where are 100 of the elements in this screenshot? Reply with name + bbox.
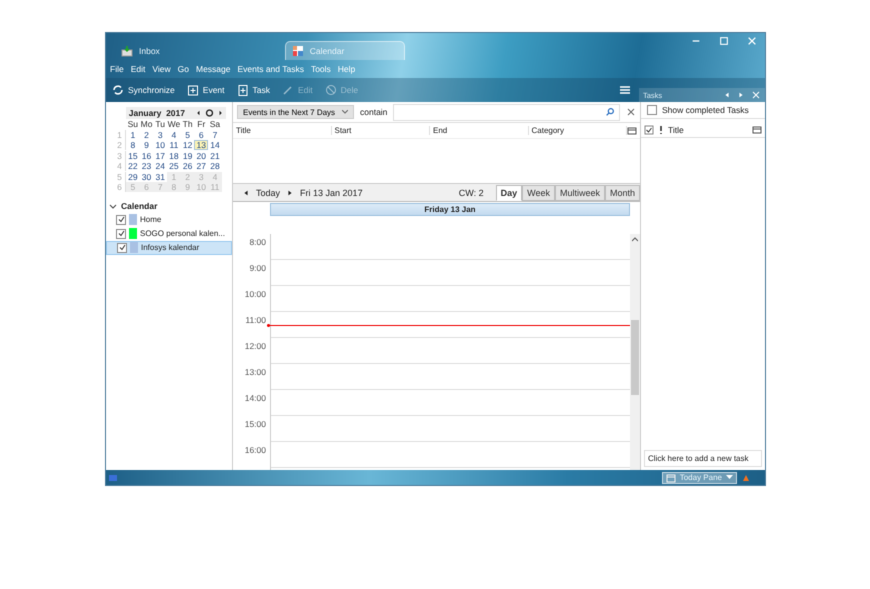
- calendar-list-item[interactable]: Infosys kalendar: [106, 240, 232, 254]
- month-label: January: [128, 108, 162, 118]
- completed-column-icon: [644, 124, 654, 134]
- inbox-icon: [121, 45, 133, 57]
- calendar-list-item[interactable]: SOGO personal kalen...: [106, 226, 232, 240]
- checkbox[interactable]: [117, 242, 127, 252]
- menu-item[interactable]: Events and Tasks: [237, 64, 304, 74]
- calendar-day[interactable]: 3: [153, 130, 168, 140]
- calendar-day[interactable]: 7: [208, 130, 222, 140]
- priority-icon: [659, 124, 663, 134]
- view-tab[interactable]: Day: [496, 185, 522, 201]
- hour-label: 10:00: [244, 289, 266, 299]
- view-tab[interactable]: Multiweek: [554, 185, 605, 201]
- calendar-day[interactable]: 14: [208, 140, 222, 150]
- hour-label: 13:00: [244, 367, 266, 377]
- caret-icon: [726, 475, 733, 480]
- menu-item[interactable]: Go: [178, 64, 189, 74]
- calendar-day[interactable]: 12: [180, 140, 194, 150]
- view-tab[interactable]: Month: [604, 185, 640, 201]
- calendar-day[interactable]: 29: [126, 172, 140, 182]
- new-event-icon: [186, 84, 199, 96]
- calendar-day[interactable]: 1: [126, 130, 140, 140]
- calendar-day[interactable]: 8: [126, 140, 140, 150]
- close-icon: [747, 36, 757, 46]
- pencil-icon: [282, 84, 294, 96]
- scroll-up-icon[interactable]: [632, 237, 638, 243]
- calendar-day[interactable]: 23: [140, 161, 154, 172]
- previous-icon: [723, 90, 731, 100]
- checkbox[interactable]: [647, 105, 657, 115]
- weekday-label: Su: [126, 119, 140, 130]
- calendar-day[interactable]: 26: [180, 161, 194, 172]
- calendar-icon: [666, 472, 676, 482]
- calendar-day[interactable]: 28: [208, 161, 222, 172]
- week-number: 3: [114, 150, 126, 161]
- menu-item[interactable]: File: [110, 64, 124, 74]
- clear-icon: [626, 107, 636, 117]
- calendar-day[interactable]: 21: [208, 150, 222, 161]
- previous-icon: [195, 108, 201, 118]
- column-header[interactable]: Category: [528, 126, 627, 135]
- checkbox[interactable]: [116, 214, 126, 224]
- menu-item[interactable]: View: [152, 64, 171, 74]
- hour-label: 11:00: [245, 315, 266, 325]
- column-header[interactable]: End: [430, 126, 528, 135]
- menu-item[interactable]: Edit: [130, 64, 146, 74]
- calendar-day[interactable]: 17: [153, 150, 168, 161]
- toolbar-button[interactable]: Synchronize: [106, 80, 181, 100]
- tab[interactable]: Inbox: [114, 41, 191, 60]
- day-header: Friday 13 Jan: [270, 203, 630, 216]
- calendar-day[interactable]: 2: [140, 130, 154, 140]
- scrollbar[interactable]: [630, 234, 640, 470]
- calendar-day[interactable]: 11: [167, 140, 181, 150]
- checkbox[interactable]: [116, 228, 126, 238]
- weekday-label: Mo: [140, 119, 154, 130]
- today-link[interactable]: Today: [256, 188, 280, 198]
- next-icon: [737, 90, 745, 100]
- calendar-day[interactable]: 18: [167, 150, 181, 161]
- toolbar-button[interactable]: Task: [230, 80, 276, 100]
- week-number: 4: [114, 161, 126, 172]
- calendar-day[interactable]: 10: [153, 140, 168, 150]
- calendar-day[interactable]: 30: [140, 172, 154, 182]
- calendar-day[interactable]: 13: [194, 140, 208, 150]
- column-picker-icon: [752, 124, 762, 134]
- column-header[interactable]: Title: [233, 126, 332, 135]
- calendar-day[interactable]: 9: [140, 140, 154, 150]
- hour-label: 16:00: [244, 445, 266, 455]
- menu-item[interactable]: Message: [196, 64, 230, 74]
- calendar-day[interactable]: 24: [153, 161, 168, 172]
- weekday-label: We: [167, 119, 181, 130]
- today-icon: [205, 108, 214, 118]
- search-field[interactable]: [393, 104, 620, 120]
- view-tab[interactable]: Week: [522, 185, 555, 201]
- hour-label: 14:00: [244, 393, 266, 403]
- calendar-list-item[interactable]: Home: [106, 212, 232, 226]
- calendar-name: SOGO personal kalen...: [140, 229, 225, 238]
- range-dropdown[interactable]: Events in the Next 7 Days: [237, 105, 354, 119]
- hour-label: 15:00: [244, 419, 266, 429]
- calendar-icon: [292, 45, 304, 57]
- calendar-day[interactable]: 6: [194, 130, 208, 140]
- calendar-day[interactable]: 31: [153, 172, 168, 182]
- calendar-day[interactable]: 25: [167, 161, 181, 172]
- calendar-day[interactable]: 27: [194, 161, 208, 172]
- calendar-day[interactable]: 5: [180, 130, 194, 140]
- calendar-day[interactable]: 20: [194, 150, 208, 161]
- week-number: 2: [114, 140, 126, 150]
- hour-label: 12:00: [244, 341, 266, 351]
- notification-icon: [741, 472, 751, 482]
- week-number: 5: [114, 172, 126, 182]
- calendar-day[interactable]: 15: [126, 150, 140, 161]
- calendar-day[interactable]: 16: [140, 150, 154, 161]
- new-task-field[interactable]: Click here to add a new task: [644, 450, 762, 467]
- sync-icon: [112, 84, 124, 96]
- column-header[interactable]: Title: [668, 124, 684, 134]
- column-header[interactable]: Start: [332, 126, 430, 135]
- expander-icon[interactable]: [109, 202, 117, 210]
- toolbar-button[interactable]: Event: [180, 80, 231, 100]
- date-label: Fri 13 Jan 2017: [300, 188, 363, 198]
- calendar-day[interactable]: 19: [180, 150, 194, 161]
- calendar-day[interactable]: 4: [167, 130, 181, 140]
- calendar-day[interactable]: 22: [126, 161, 140, 172]
- filter-label: contain: [360, 107, 388, 117]
